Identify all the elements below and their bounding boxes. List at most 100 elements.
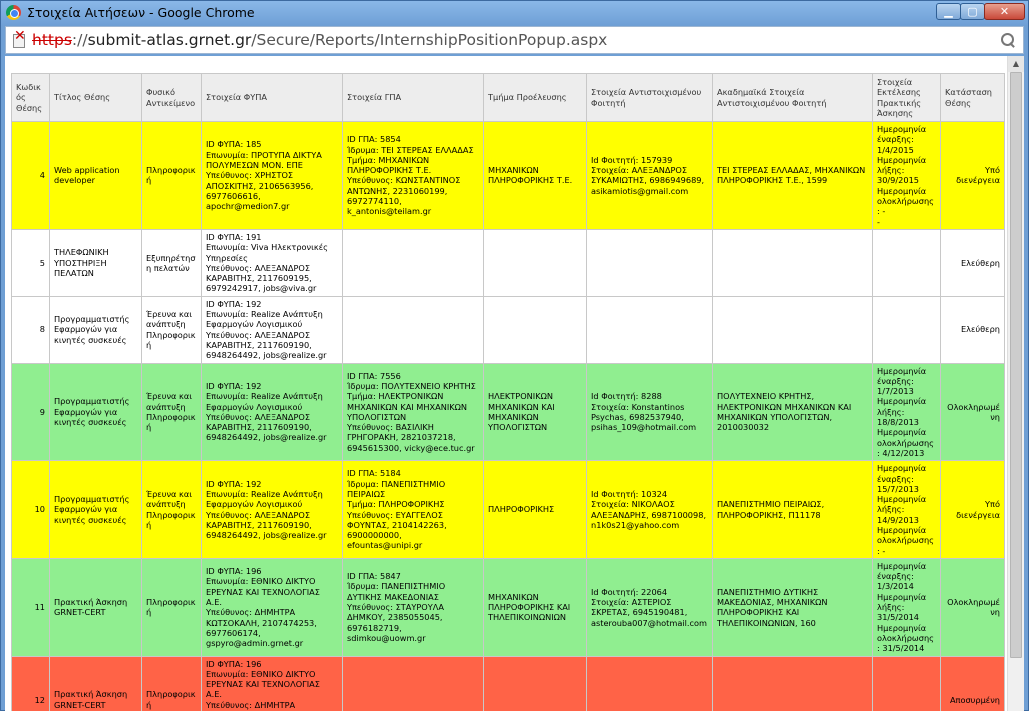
internship-positions-table: Κωδικός Θέσης Τίτλος Θέσης Φυσικό Αντικείμ… bbox=[11, 73, 1005, 711]
cell-col-field: Πληροφορική bbox=[141, 557, 202, 657]
url-path: /Secure/Reports/InternshipPositionPopup.… bbox=[251, 31, 608, 49]
browser-window: Στοιχεία Αιτήσεων - Google Chrome ▁ ▢ ✕ … bbox=[0, 0, 1029, 711]
cell-col-title: ΤΗΛΕΦΩΝΙΚΗ ΥΠΟΣΤΗΡΙΞΗ ΠΕΛΑΤΩΝ bbox=[49, 228, 142, 297]
page-content: Κωδικός Θέσης Τίτλος Θέσης Φυσικό Αντικείμ… bbox=[5, 56, 1024, 711]
cell-col-execution: Ημερομηνία έναρξης: 15/7/2013 Ημερομηνία… bbox=[872, 460, 941, 559]
cell-col-fypa: ID ΦΥΠΑ: 191 Επωνυμία: Viva Ηλεκτρονικές… bbox=[201, 228, 343, 297]
cell-col-field: Πληροφορική bbox=[141, 121, 202, 230]
title-bar[interactable]: Στοιχεία Αιτήσεων - Google Chrome ▁ ▢ ✕ bbox=[1, 1, 1028, 25]
cell-col-academic bbox=[712, 228, 873, 297]
cell-col-dept: ΠΛΗΡΟΦΟΡΙΚΗΣ bbox=[483, 460, 587, 559]
cell-col-title: Πρακτική Άσκηση GRNET-CERT bbox=[49, 557, 142, 657]
cell-col-student: Id Φοιτητή: 157939 Στοιχεία: ΑΛΕΞΑΝΔΡΟΣ … bbox=[586, 121, 713, 230]
scroll-up-arrow-icon[interactable]: ▲ bbox=[1008, 56, 1024, 72]
cell-col-title: Προγραμματιστής Εφαρμογών για κινητές συ… bbox=[49, 362, 142, 462]
cell-col-execution bbox=[872, 655, 941, 711]
cell-col-student: Id Φοιτητή: 22064 Στοιχεία: ΑΣΤΕΡΙΟΣ ΣΚΡ… bbox=[586, 557, 713, 657]
cell-col-academic bbox=[712, 295, 873, 364]
cell-col-academic: ΠΑΝΕΠΙΣΤΗΜΙΟ ΔΥΤΙΚΗΣ ΜΑΚΕΔΟΝΙΑΣ, ΜΗΧΑΝΙΚ… bbox=[712, 557, 873, 657]
url-scheme: https bbox=[32, 31, 72, 49]
cell-col-code: 5 bbox=[11, 228, 50, 297]
cell-col-status: Ελεύθερη bbox=[940, 228, 1005, 297]
url-separator: :// bbox=[71, 31, 88, 49]
table-row[interactable]: 10 Προγραμματιστής Εφαρμογών για κινητές … bbox=[11, 460, 1005, 559]
cell-col-fypa: ID ΦΥΠΑ: 192 Επωνυμία: Realize Ανάπτυξη … bbox=[201, 295, 343, 364]
cell-col-status: Ολοκληρωμένη bbox=[940, 362, 1005, 462]
minimize-button[interactable]: ▁ bbox=[936, 3, 961, 20]
header-col-dept: Τμήμα Προέλευσης bbox=[483, 73, 587, 122]
cell-col-academic: ΤΕΙ ΣΤΕΡΕΑΣ ΕΛΛΑΔΑΣ, ΜΗΧΑΝΙΚΩΝ ΠΛΗΡΟΦΟΡΙ… bbox=[712, 121, 873, 230]
table-row[interactable]: 8 Προγραμματιστής Εφαρμογών για κινητές σ… bbox=[11, 295, 1005, 364]
table-row[interactable]: 4 Web application developer Πληροφορική ID … bbox=[11, 121, 1005, 230]
cell-col-code: 9 bbox=[11, 362, 50, 462]
cell-col-status: Υπό διενέργεια bbox=[940, 121, 1005, 230]
cell-col-student bbox=[586, 655, 713, 711]
header-col-student: Στοιχεία Αντιστοιχισμένου Φοιτητή bbox=[586, 73, 713, 122]
scroll-thumb[interactable] bbox=[1010, 72, 1022, 658]
cell-col-student bbox=[586, 228, 713, 297]
header-col-status: Κατάσταση Θέσης bbox=[940, 73, 1005, 122]
cell-col-execution bbox=[872, 295, 941, 364]
cell-col-field: Εξυπηρέτηση πελατών bbox=[141, 228, 202, 297]
url-host: submit-atlas.grnet.gr bbox=[87, 31, 252, 49]
cell-col-execution: Ημερομηνία έναρξης: 1/4/2015 Ημερομηνία … bbox=[872, 121, 941, 230]
cell-col-fypa: ID ΦΥΠΑ: 192 Επωνυμία: Realize Ανάπτυξη … bbox=[201, 460, 343, 559]
cell-col-status: Ελεύθερη bbox=[940, 295, 1005, 364]
cell-col-dept: ΗΛΕΚΤΡΟΝΙΚΩΝ ΜΗΧΑΝΙΚΩΝ ΚΑΙ ΜΗΧΑΝΙΚΩΝ ΥΠΟ… bbox=[483, 362, 587, 462]
insecure-x-icon: ✕ bbox=[14, 28, 26, 44]
cell-col-code: 8 bbox=[11, 295, 50, 364]
cell-col-dept bbox=[483, 228, 587, 297]
cell-col-gpa: ID ΓΠΑ: 5854 Ίδρυμα: ΤΕΙ ΣΤΕΡΕΑΣ ΕΛΛΑΔΑΣ… bbox=[342, 121, 484, 230]
cell-col-field: Έρευνα και ανάπτυξη Πληροφορική bbox=[141, 362, 202, 462]
cell-col-academic: ΠΑΝΕΠΙΣΤΗΜΙΟ ΠΕΙΡΑΙΩΣ, ΠΛΗΡΟΦΟΡΙΚΗΣ, Π11… bbox=[712, 460, 873, 559]
cell-col-student: Id Φοιτητή: 8288 Στοιχεία: Konstantinos … bbox=[586, 362, 713, 462]
cell-col-field: Έρευνα και ανάπτυξη Πληροφορική bbox=[141, 295, 202, 364]
cell-col-execution: Ημερομηνία έναρξης: 1/3/2014 Ημερομηνία … bbox=[872, 557, 941, 657]
table-row[interactable]: 9 Προγραμματιστής Εφαρμογών για κινητές σ… bbox=[11, 362, 1005, 462]
cell-col-dept: ΜΗΧΑΝΙΚΩΝ ΠΛΗΡΟΦΟΡΙΚΗΣ ΚΑΙ ΤΗΛΕΠΙΚΟΙΝΩΝΙ… bbox=[483, 557, 587, 657]
cell-col-dept: ΜΗΧΑΝΙΚΩΝ ΠΛΗΡΟΦΟΡΙΚΗΣ Τ.Ε. bbox=[483, 121, 587, 230]
table-row[interactable]: 12 Πρακτική Άσκηση GRNET-CERT Πληροφορική I… bbox=[11, 655, 1005, 711]
cell-col-title: Προγραμματιστής Εφαρμογών για κινητές συ… bbox=[49, 460, 142, 559]
header-col-field: Φυσικό Αντικείμενο bbox=[141, 73, 202, 122]
cell-col-code: 11 bbox=[11, 557, 50, 657]
cell-col-field: Πληροφορική bbox=[141, 655, 202, 711]
cell-col-status: Ολοκληρωμένη bbox=[940, 557, 1005, 657]
cell-col-code: 4 bbox=[11, 121, 50, 230]
cell-col-fypa: ID ΦΥΠΑ: 192 Επωνυμία: Realize Ανάπτυξη … bbox=[201, 362, 343, 462]
cell-col-student: Id Φοιτητή: 10324 Στοιχεία: ΝΙΚΟΛΑΟΣ ΑΛΕ… bbox=[586, 460, 713, 559]
cell-col-code: 10 bbox=[11, 460, 50, 559]
address-bar[interactable]: ✕ https://submit-atlas.grnet.gr/Secure/R… bbox=[5, 26, 1024, 54]
header-col-title: Τίτλος Θέσης bbox=[49, 73, 142, 122]
cell-col-title: Πρακτική Άσκηση GRNET-CERT bbox=[49, 655, 142, 711]
cell-col-dept bbox=[483, 655, 587, 711]
cell-col-fypa: ID ΦΥΠΑ: 196 Επωνυμία: ΕΘΝΙΚΟ ΔΙΚΤΥΟ ΕΡΕ… bbox=[201, 655, 343, 711]
cell-col-gpa bbox=[342, 655, 484, 711]
cell-col-academic: ΠΟΛΥΤΕΧΝΕΙΟ ΚΡΗΤΗΣ, ΗΛΕΚΤΡΟΝΙΚΩΝ ΜΗΧΑΝΙΚ… bbox=[712, 362, 873, 462]
maximize-button[interactable]: ▢ bbox=[960, 3, 985, 20]
table-row[interactable]: 11 Πρακτική Άσκηση GRNET-CERT Πληροφορική I… bbox=[11, 557, 1005, 657]
cell-col-dept bbox=[483, 295, 587, 364]
table-row[interactable]: 5 ΤΗΛΕΦΩΝΙΚΗ ΥΠΟΣΤΗΡΙΞΗ ΠΕΛΑΤΩΝ Εξυπηρέτησ… bbox=[11, 228, 1005, 297]
close-button[interactable]: ✕ bbox=[984, 3, 1025, 20]
table-body: 4 Web application developer Πληροφορική ID … bbox=[11, 121, 1005, 711]
header-col-code: Κωδικός Θέσης bbox=[11, 73, 50, 122]
cell-col-gpa: ID ΓΠΑ: 5847 Ίδρυμα: ΠΑΝΕΠΙΣΤΗΜΙΟ ΔΥΤΙΚΗ… bbox=[342, 557, 484, 657]
cell-col-gpa bbox=[342, 295, 484, 364]
cell-col-execution bbox=[872, 228, 941, 297]
cell-col-code: 12 bbox=[11, 655, 50, 711]
search-icon[interactable] bbox=[1001, 33, 1015, 47]
cell-col-gpa: ID ΓΠΑ: 5184 Ίδρυμα: ΠΑΝΕΠΙΣΤΗΜΙΟ ΠΕΙΡΑΙ… bbox=[342, 460, 484, 559]
window-title: Στοιχεία Αιτήσεων - Google Chrome bbox=[27, 5, 255, 20]
cell-col-status: Υπό διενέργεια bbox=[940, 460, 1005, 559]
url-text[interactable]: https://submit-atlas.grnet.gr/Secure/Rep… bbox=[32, 31, 607, 49]
table-header-row: Κωδικός Θέσης Τίτλος Θέσης Φυσικό Αντικείμ… bbox=[11, 73, 1005, 122]
cell-col-status: Αποσυρμένη bbox=[940, 655, 1005, 711]
cell-col-academic bbox=[712, 655, 873, 711]
cell-col-fypa: ID ΦΥΠΑ: 185 Επωνυμία: ΠΡΟΤΥΠΑ ΔΙΚΤΥΑ ΠΟ… bbox=[201, 121, 343, 230]
cell-col-gpa: ID ΓΠΑ: 7556 Ίδρυμα: ΠΟΛΥΤΕΧΝΕΙΟ ΚΡΗΤΗΣ … bbox=[342, 362, 484, 462]
header-col-gpa: Στοιχεία ΓΠΑ bbox=[342, 73, 484, 122]
cell-col-title: Web application developer bbox=[49, 121, 142, 230]
vertical-scrollbar[interactable]: ▲ bbox=[1007, 56, 1024, 711]
cell-col-title: Προγραμματιστής Εφαρμογών για κινητές συ… bbox=[49, 295, 142, 364]
